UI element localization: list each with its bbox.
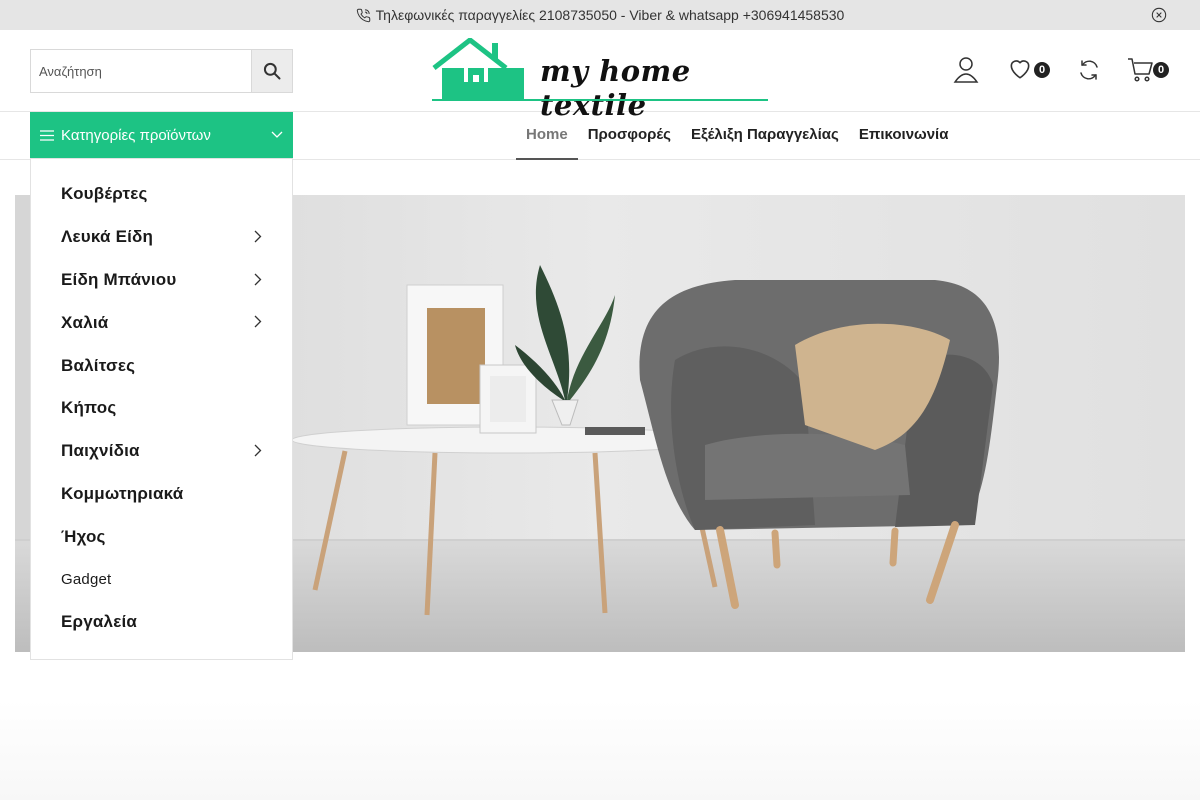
category-item-hairdressing[interactable]: Κομμωτηριακά bbox=[31, 473, 292, 516]
nav-offers[interactable]: Προσφορές bbox=[578, 112, 681, 160]
cart-icon bbox=[1128, 58, 1153, 82]
chevron-down-icon bbox=[271, 131, 283, 138]
categories-toggle-label: Κατηγορίες προϊόντων bbox=[61, 126, 211, 144]
category-item-label: Λευκά Είδη bbox=[61, 227, 154, 247]
user-icon bbox=[953, 57, 979, 83]
chevron-right-icon bbox=[254, 230, 262, 243]
category-item-label: Παιχνίδια bbox=[61, 441, 140, 461]
category-item-bathroom[interactable]: Είδη Μπάνιου bbox=[31, 259, 292, 302]
search-form bbox=[30, 49, 293, 93]
logo-underline bbox=[432, 99, 768, 101]
phone-icon bbox=[356, 8, 370, 22]
search-input[interactable] bbox=[30, 49, 252, 93]
category-item-blankets[interactable]: Κουβέρτες bbox=[31, 173, 292, 216]
house-logo-icon bbox=[432, 38, 524, 99]
main-nav: Home Προσφορές Εξέλιξη Παραγγελίας Επικο… bbox=[516, 112, 958, 160]
search-icon bbox=[263, 62, 281, 80]
category-item-audio[interactable]: Ήχος bbox=[31, 515, 292, 558]
search-button[interactable] bbox=[251, 49, 293, 93]
category-item-toys[interactable]: Παιχνίδια bbox=[31, 430, 292, 473]
category-item-garden[interactable]: Κήπος bbox=[31, 387, 292, 430]
category-item-label: Βαλίτσες bbox=[61, 355, 136, 375]
announcement-text: Τηλεφωνικές παραγγελίες 2108735050 - Vib… bbox=[375, 7, 845, 23]
cart-link[interactable]: 0 bbox=[1126, 55, 1169, 83]
category-item-gadget[interactable]: Gadget bbox=[31, 558, 292, 601]
nav-contact[interactable]: Επικοινωνία bbox=[849, 112, 959, 160]
chevron-right-icon bbox=[254, 273, 262, 286]
lower-banner-area bbox=[0, 700, 1200, 800]
chevron-right-icon bbox=[254, 444, 262, 457]
cart-count-badge: 0 bbox=[1153, 62, 1169, 78]
wishlist-link[interactable]: 0 bbox=[1006, 55, 1050, 81]
category-item-tools[interactable]: Εργαλεία bbox=[31, 601, 292, 644]
nav-order-tracking[interactable]: Εξέλιξη Παραγγελίας bbox=[681, 112, 849, 160]
announcement-content: Τηλεφωνικές παραγγελίες 2108735050 - Vib… bbox=[356, 7, 845, 23]
category-item-label: Ήχος bbox=[61, 526, 106, 546]
category-item-linens[interactable]: Λευκά Είδη bbox=[31, 216, 292, 259]
heart-icon bbox=[1010, 60, 1030, 79]
wishlist-count-badge: 0 bbox=[1034, 62, 1050, 78]
category-item-rugs[interactable]: Χαλιά bbox=[31, 301, 292, 344]
category-item-label: Gadget bbox=[61, 571, 112, 589]
close-circle-icon[interactable] bbox=[1151, 7, 1167, 23]
category-item-label: Κήπος bbox=[61, 398, 117, 418]
category-item-label: Εργαλεία bbox=[61, 612, 138, 632]
navigation-row: Κατηγορίες προϊόντων Home Προσφορές Εξέλ… bbox=[0, 112, 1200, 160]
category-item-label: Είδη Μπάνιου bbox=[61, 269, 177, 289]
category-menu: Κουβέρτες Λευκά Είδη Είδη Μπάνιου Χαλιά … bbox=[30, 158, 293, 660]
category-item-label: Χαλιά bbox=[61, 312, 109, 332]
categories-toggle-button[interactable]: Κατηγορίες προϊόντων bbox=[30, 112, 293, 158]
nav-home[interactable]: Home bbox=[516, 112, 578, 160]
compare-link[interactable] bbox=[1077, 58, 1101, 82]
category-item-label: Κουβέρτες bbox=[61, 184, 148, 204]
announcement-bar: Τηλεφωνικές παραγγελίες 2108735050 - Vib… bbox=[0, 0, 1200, 30]
category-item-label: Κομμωτηριακά bbox=[61, 483, 184, 503]
site-logo[interactable]: my home textile bbox=[430, 38, 770, 122]
chevron-right-icon bbox=[254, 315, 262, 328]
account-link[interactable] bbox=[952, 55, 980, 83]
menu-lines-icon bbox=[40, 129, 54, 141]
site-header: my home textile 0 0 bbox=[0, 30, 1200, 122]
category-item-suitcases[interactable]: Βαλίτσες bbox=[31, 344, 292, 387]
refresh-icon bbox=[1080, 60, 1098, 80]
